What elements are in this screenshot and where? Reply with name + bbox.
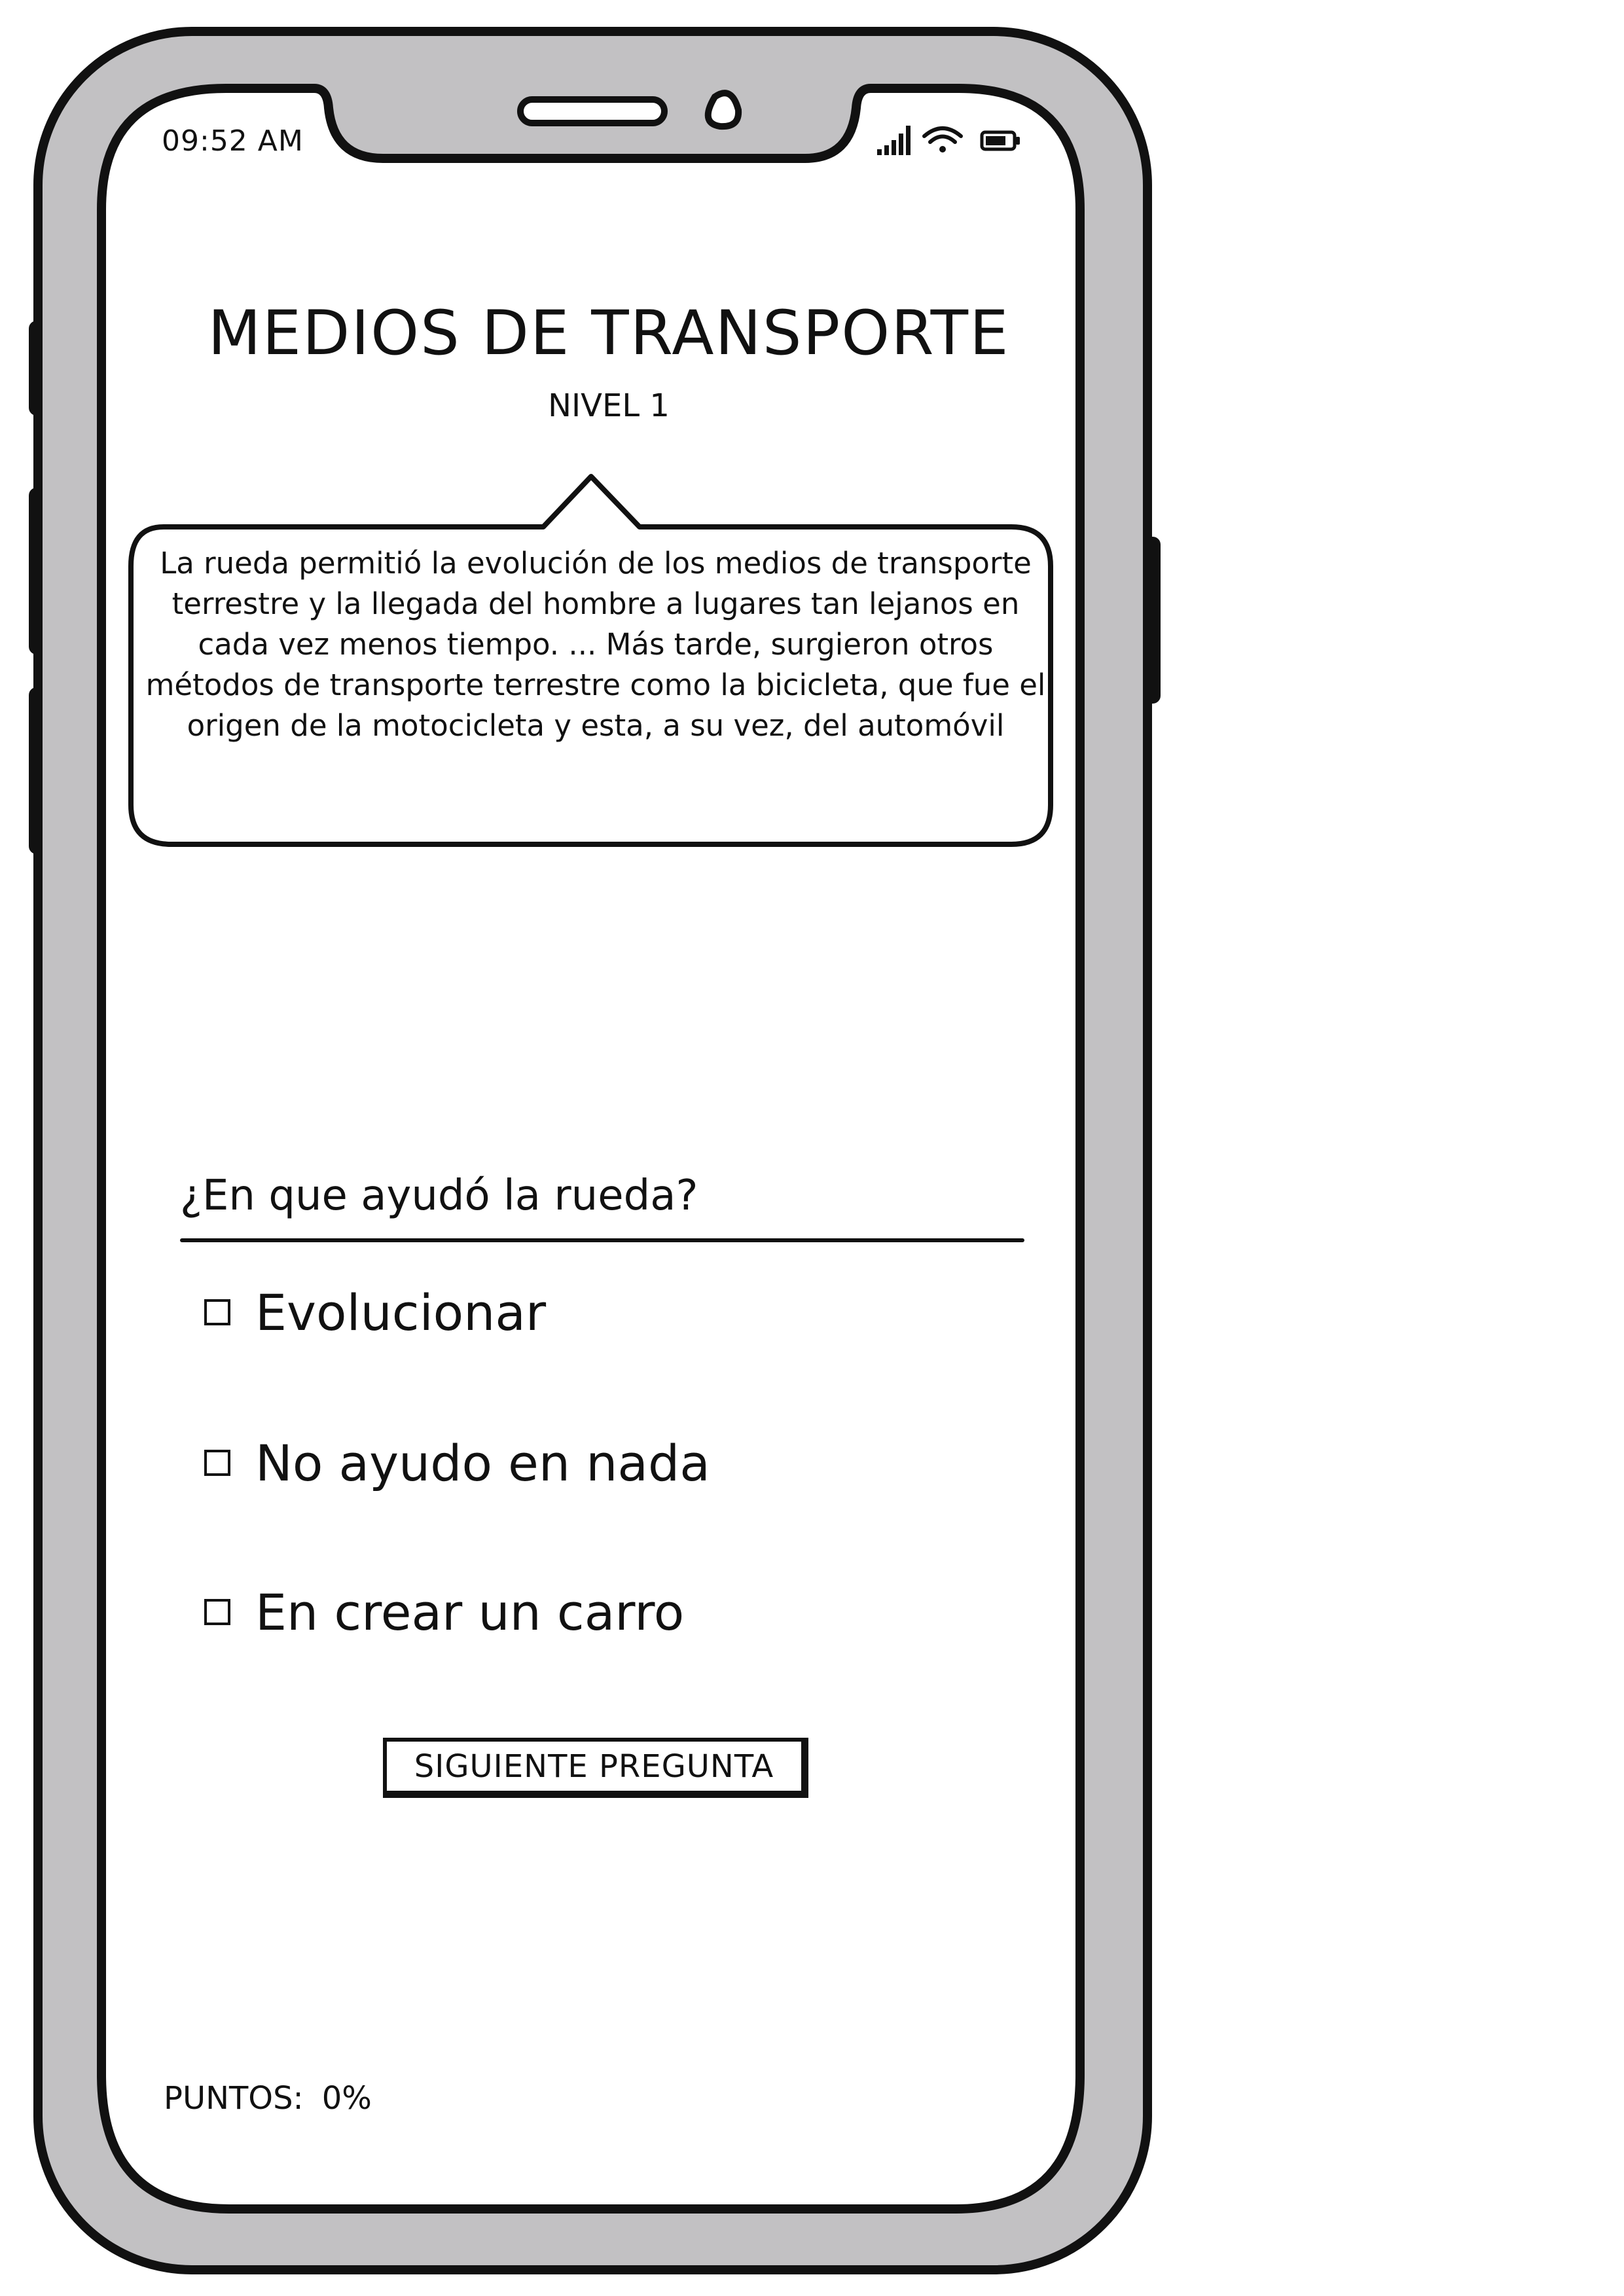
phone-mockup: 09:52 AM MEDIOS DE TRANSPORTE NIVEL 1 La… <box>0 0 1624 2296</box>
points-label: PUNTOS: <box>164 2080 304 2117</box>
option-label: Evolucionar <box>255 1283 547 1342</box>
points-value: 0% <box>321 2080 372 2117</box>
battery-icon <box>980 130 1020 151</box>
status-time: 09:52 AM <box>162 124 304 158</box>
option-label: En crear un carro <box>255 1583 685 1641</box>
option-no-ayudo[interactable]: No ayudo en nada <box>204 1433 710 1492</box>
option-crear-carro[interactable]: En crear un carro <box>204 1583 684 1641</box>
page-title: MEDIOS DE TRANSPORTE <box>208 298 1010 369</box>
option-evolucionar[interactable]: Evolucionar <box>204 1283 546 1342</box>
signal-icon <box>877 126 911 155</box>
callout-text: La rueda permitió la evolución de los me… <box>145 546 1046 743</box>
wifi-icon <box>922 126 963 152</box>
question-divider <box>180 1238 1024 1242</box>
next-question-button[interactable]: SIGUIENTE PREGUNTA <box>383 1738 808 1798</box>
question-text: ¿En que ayudó la rueda? <box>180 1172 698 1220</box>
status-icons <box>877 126 1020 155</box>
front-camera <box>704 90 742 130</box>
checkbox[interactable] <box>204 1450 230 1476</box>
checkbox[interactable] <box>204 1599 230 1625</box>
checkbox[interactable] <box>204 1299 230 1325</box>
option-label: No ayudo en nada <box>255 1433 710 1492</box>
points-display: PUNTOS: 0% <box>164 2080 372 2117</box>
speaker-grille <box>517 96 668 126</box>
level-label: NIVEL 1 <box>548 387 670 424</box>
